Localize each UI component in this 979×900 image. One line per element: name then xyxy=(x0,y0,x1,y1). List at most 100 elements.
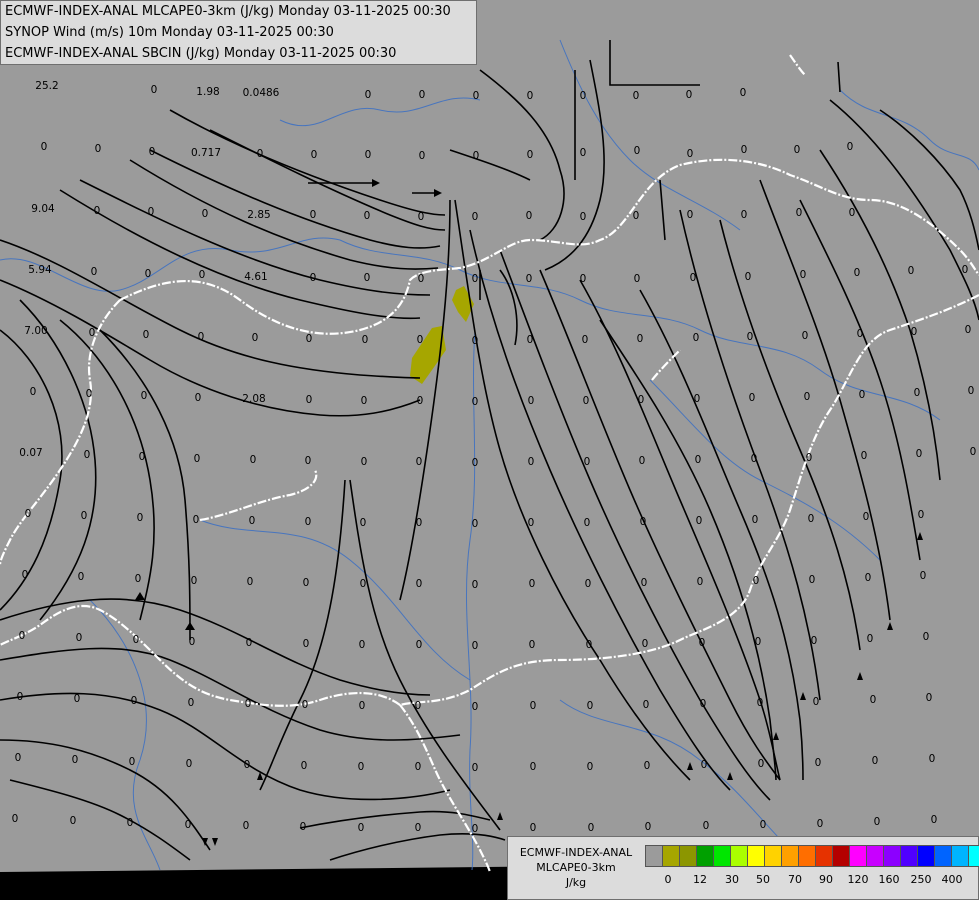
legend-tick-label: 90 xyxy=(819,873,833,886)
cin-value: 0 xyxy=(131,695,138,707)
cin-value: 0 xyxy=(813,696,820,708)
cin-value: 0 xyxy=(687,148,694,160)
cin-value: 0 xyxy=(526,210,533,222)
cin-value: 0 xyxy=(857,328,864,340)
cin-value: 0 xyxy=(133,634,140,646)
cin-value: 0 xyxy=(580,90,587,102)
legend-swatch xyxy=(764,845,782,867)
cin-value: 0 xyxy=(365,149,372,161)
legend-swatch xyxy=(883,845,901,867)
legend-tick-label: 0 xyxy=(664,873,672,886)
cin-value: 0 xyxy=(530,700,537,712)
cin-value: 0 xyxy=(916,448,923,460)
cin-value: 0 xyxy=(472,335,479,347)
cin-value: 0 xyxy=(94,205,101,217)
legend-tick-label: 70 xyxy=(788,873,802,886)
cin-value: 0 xyxy=(417,395,424,407)
legend-swatch xyxy=(645,845,663,867)
cin-value: 0 xyxy=(587,761,594,773)
cin-value: 0 xyxy=(527,334,534,346)
cin-value: 0 xyxy=(310,209,317,221)
legend-swatch xyxy=(781,845,799,867)
cin-value: 0 xyxy=(800,269,807,281)
legend-tick-label: 50 xyxy=(756,873,770,886)
cin-value: 0 xyxy=(361,395,368,407)
cin-value: 0 xyxy=(311,149,318,161)
cin-value: 0 xyxy=(473,150,480,162)
cin-value: 0 xyxy=(806,452,813,464)
cin-value: 0 xyxy=(530,761,537,773)
cin-value: 0 xyxy=(584,517,591,529)
cin-value: 4.61 xyxy=(244,271,267,283)
cin-value: 0 xyxy=(794,144,801,156)
legend-swatch xyxy=(849,845,867,867)
cin-value: 0 xyxy=(694,393,701,405)
cin-value: 0 xyxy=(185,819,192,831)
cin-value: 0 xyxy=(416,517,423,529)
cin-value: 0 xyxy=(81,510,88,522)
cin-value: 0 xyxy=(472,762,479,774)
cin-value: 0 xyxy=(186,758,193,770)
legend-swatch xyxy=(951,845,969,867)
cin-value: 0 xyxy=(908,265,915,277)
legend-swatch xyxy=(934,845,952,867)
cin-value: 0 xyxy=(365,89,372,101)
cin-value: 0 xyxy=(310,272,317,284)
cin-value: 0 xyxy=(697,576,704,588)
cin-value: 0 xyxy=(359,700,366,712)
cin-value: 0 xyxy=(301,760,308,772)
cin-value: 0 xyxy=(872,755,879,767)
cin-value: 0 xyxy=(854,267,861,279)
cin-value: 0 xyxy=(188,697,195,709)
cin-value: 0 xyxy=(252,332,259,344)
cin-value: 0 xyxy=(757,697,764,709)
cin-value: 0 xyxy=(530,822,537,834)
cin-value: 0 xyxy=(12,813,19,825)
cin-value: 0 xyxy=(583,395,590,407)
cin-value: 0 xyxy=(580,211,587,223)
cin-value: 0 xyxy=(250,454,257,466)
cin-value: 0 xyxy=(817,818,824,830)
cin-value: 0 xyxy=(193,514,200,526)
cin-value: 0 xyxy=(472,457,479,469)
cin-value: 0 xyxy=(970,446,977,458)
legend-title: ECMWF-INDEX-ANAL MLCAPE0-3km J/kg xyxy=(512,845,640,890)
cin-value: 0 xyxy=(639,455,646,467)
cin-value: 0 xyxy=(415,822,422,834)
legend-swatch xyxy=(832,845,850,867)
header-line-cape: ECMWF-INDEX-ANAL MLCAPE0-3km (J/kg) Mond… xyxy=(5,4,451,19)
legend-parameter: MLCAPE0-3km xyxy=(536,861,616,874)
cin-value: 0 xyxy=(849,207,856,219)
cin-value: 0 xyxy=(815,757,822,769)
cin-value: 0 xyxy=(634,273,641,285)
cin-value: 0 xyxy=(416,639,423,651)
cin-value: 0 xyxy=(306,394,313,406)
cin-value: 0 xyxy=(914,387,921,399)
cin-value: 0 xyxy=(15,752,22,764)
cin-value: 0 xyxy=(585,578,592,590)
cin-value: 0 xyxy=(740,87,747,99)
cin-value: 0 xyxy=(361,456,368,468)
cin-value: 0 xyxy=(362,334,369,346)
cin-value: 0 xyxy=(695,454,702,466)
cin-value: 0 xyxy=(472,640,479,652)
cin-value: 0 xyxy=(358,822,365,834)
cin-value: 0 xyxy=(641,577,648,589)
cin-value: 0 xyxy=(696,515,703,527)
cin-value: 0 xyxy=(870,694,877,706)
legend-swatch xyxy=(798,845,816,867)
map-background xyxy=(0,0,979,872)
cin-value: 0 xyxy=(145,268,152,280)
cin-value: 0 xyxy=(645,821,652,833)
cin-value: 0 xyxy=(306,333,313,345)
cin-value: 0 xyxy=(528,517,535,529)
weather-map[interactable]: 25.2 0 1.98 0.0486 0 0 0 0 0 0 0 0 0 0 0 0.717 0 0 0 0 0 0 0 0 0… xyxy=(0,0,979,900)
cin-value: 0 xyxy=(415,700,422,712)
cin-value: 0 xyxy=(249,515,256,527)
cin-value: 0 xyxy=(526,273,533,285)
cin-value: 0 xyxy=(847,141,854,153)
cin-value: 0 xyxy=(143,329,150,341)
legend-tick-label: 120 xyxy=(847,873,869,886)
legend-swatch xyxy=(917,845,935,867)
cin-value: 0 xyxy=(74,693,81,705)
